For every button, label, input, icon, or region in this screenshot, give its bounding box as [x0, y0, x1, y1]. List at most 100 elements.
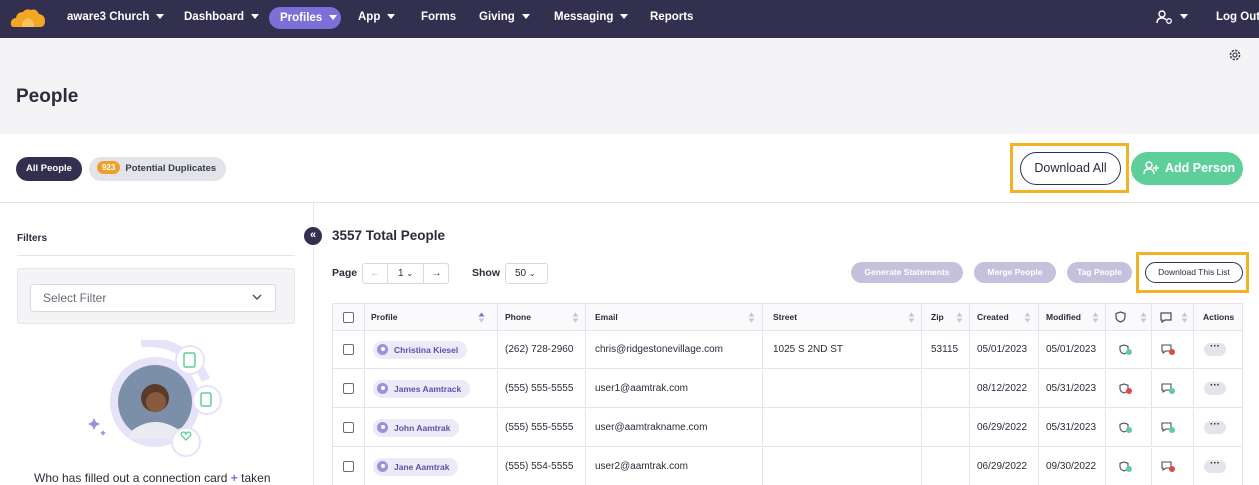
nav-profiles-label: Profiles — [280, 12, 323, 24]
table-row[interactable]: John Aamtrak (555) 555-5555 user@aamtrak… — [333, 409, 1242, 447]
caret-down-icon — [156, 14, 165, 20]
profile-name: Christina Kiesel — [394, 344, 459, 355]
header-privacy[interactable] — [1115, 304, 1153, 330]
sort-icon — [1181, 312, 1188, 323]
modified-cell: 09/30/2022 — [1046, 461, 1097, 472]
header-profile-label: Profile — [371, 312, 398, 322]
caret-down-icon — [387, 14, 396, 20]
tab-all-people[interactable]: All People — [16, 157, 82, 181]
church-switcher[interactable]: aware3 Church — [67, 0, 165, 38]
privacy-status-icon — [1119, 409, 1133, 446]
generate-statements-button[interactable]: Generate Statements — [851, 262, 963, 283]
page-label: Page — [332, 267, 358, 279]
add-person-button[interactable]: Add Person — [1131, 152, 1243, 185]
more-icon[interactable]: ··· — [1204, 381, 1226, 395]
table-row[interactable]: Jane Aamtrak (555) 554-5555 user2@aamtra… — [333, 448, 1242, 485]
created-cell: 08/12/2022 — [977, 383, 1028, 394]
select-filter-dropdown[interactable]: Select Filter — [30, 284, 276, 312]
promo-text-a: Who has filled out a connection card — [34, 471, 228, 485]
header-street-label: Street — [773, 312, 798, 322]
phone-cell: (555) 554-5555 — [505, 461, 574, 472]
header-phone[interactable]: Phone — [505, 304, 585, 330]
profile-link[interactable]: Jane Aamtrak — [373, 457, 459, 476]
table-row[interactable]: Christina Kiesel (262) 728-2960 chris@ri… — [333, 331, 1242, 369]
header-created[interactable]: Created — [977, 304, 1037, 330]
profile-link[interactable]: James Aamtrack — [373, 379, 471, 398]
messaging-status-icon — [1161, 370, 1176, 407]
header-messaging[interactable] — [1160, 304, 1194, 330]
next-page-button[interactable]: → — [424, 264, 449, 283]
nav-app-label: App — [358, 11, 381, 23]
user-menu[interactable] — [1156, 0, 1188, 38]
created-cell: 06/29/2022 — [977, 422, 1028, 433]
header-email-label: Email — [595, 312, 618, 322]
nav-reports[interactable]: Reports — [650, 0, 693, 38]
collapse-sidebar-button[interactable]: « — [304, 227, 322, 245]
avatar-icon — [377, 461, 388, 472]
profile-link[interactable]: Christina Kiesel — [373, 340, 468, 359]
sort-icon — [908, 312, 915, 323]
profile-link[interactable]: John Aamtrak — [373, 418, 460, 437]
add-person-label: Add Person — [1165, 161, 1236, 175]
phone-cell: (555) 555-5555 — [505, 422, 574, 433]
messaging-status-icon — [1161, 331, 1176, 368]
table-header-row: Profile Phone Email Street Zip Created M… — [333, 304, 1242, 331]
more-icon[interactable]: ··· — [1204, 420, 1226, 434]
tab-potential-duplicates[interactable]: 923 Potential Duplicates — [89, 157, 227, 181]
logout-link[interactable]: Log Out — [1216, 0, 1259, 38]
header-modified[interactable]: Modified — [1046, 304, 1105, 330]
nav-giving[interactable]: Giving — [479, 0, 530, 38]
total-people: 3557 Total People — [332, 228, 446, 243]
merge-people-button[interactable]: Merge People — [974, 262, 1056, 283]
nav-forms[interactable]: Forms — [421, 0, 456, 38]
tag-people-button[interactable]: Tag People — [1067, 262, 1132, 283]
show-count-value: 50 — [515, 268, 527, 279]
sort-icon — [1024, 312, 1031, 323]
chevron-down-icon — [252, 294, 262, 300]
header-email[interactable]: Email — [595, 304, 761, 330]
prev-page-button[interactable]: ← — [363, 264, 388, 283]
caret-down-icon — [521, 14, 530, 20]
row-checkbox[interactable] — [343, 383, 354, 394]
page-title: People — [16, 86, 79, 107]
avatar-icon — [377, 383, 388, 394]
profile-name: John Aamtrak — [394, 422, 451, 433]
show-count-select[interactable]: 50 ⌄ — [505, 263, 548, 284]
caret-down-icon — [620, 14, 629, 20]
privacy-status-icon — [1119, 370, 1133, 407]
generate-statements-label: Generate Statements — [864, 267, 950, 277]
logo-cloud-icon[interactable] — [10, 7, 46, 29]
header-created-label: Created — [977, 312, 1009, 322]
sidebar-divider — [313, 203, 314, 485]
download-all-button[interactable]: Download All — [1020, 152, 1121, 185]
nav-app[interactable]: App — [358, 0, 396, 38]
gear-icon[interactable] — [1228, 48, 1242, 62]
nav-messaging-label: Messaging — [554, 11, 614, 23]
shield-icon — [1115, 311, 1126, 323]
table-row[interactable]: James Aamtrack (555) 555-5555 user1@aamt… — [333, 370, 1242, 408]
profile-name: Jane Aamtrak — [394, 461, 450, 472]
row-checkbox[interactable] — [343, 461, 354, 472]
select-all-checkbox[interactable] — [343, 311, 354, 323]
row-checkbox[interactable] — [343, 422, 354, 433]
more-icon[interactable]: ··· — [1204, 459, 1226, 473]
nav-dashboard-label: Dashboard — [184, 11, 245, 23]
nav-profiles[interactable]: Profiles — [269, 7, 341, 29]
header-profile[interactable]: Profile — [371, 304, 491, 330]
download-this-list-button[interactable]: Download This List — [1145, 262, 1243, 283]
row-checkbox[interactable] — [343, 344, 354, 355]
page-select[interactable]: 1 ⌄ — [388, 264, 424, 283]
nav-reports-label: Reports — [650, 11, 694, 23]
tab-duplicates-label: Potential Duplicates — [125, 163, 217, 174]
select-all-checkbox-cell[interactable] — [343, 304, 354, 330]
header-street[interactable]: Street — [773, 304, 921, 330]
page-value: 1 — [397, 268, 404, 279]
nav-dashboard[interactable]: Dashboard — [184, 0, 260, 38]
caret-down-icon — [1180, 14, 1188, 20]
header-zip-label: Zip — [931, 312, 944, 322]
header-zip[interactable]: Zip — [931, 304, 969, 330]
more-icon[interactable]: ··· — [1204, 342, 1226, 356]
tab-all-people-label: All People — [26, 163, 72, 174]
header-modified-label: Modified — [1046, 312, 1081, 322]
nav-messaging[interactable]: Messaging — [554, 0, 629, 38]
